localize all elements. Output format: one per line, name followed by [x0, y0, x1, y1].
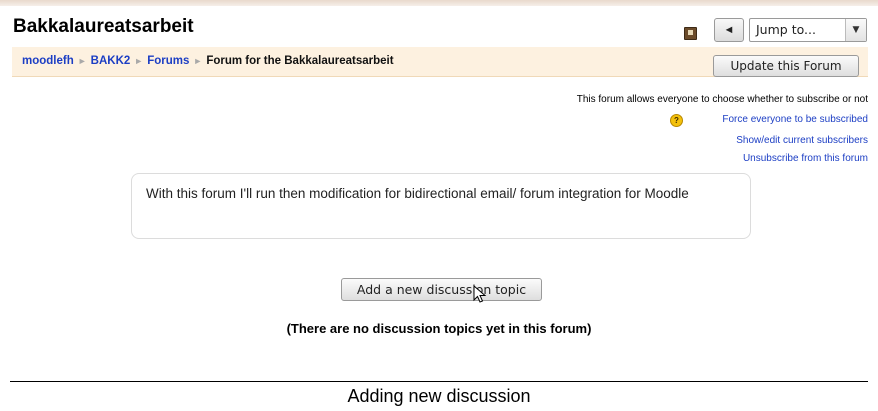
force-subscribe-link[interactable]: Force everyone to be subscribed: [722, 114, 868, 125]
chevron-down-icon: ▼: [845, 19, 866, 41]
subscription-info: This forum allows everyone to choose whe…: [576, 94, 868, 105]
book-icon[interactable]: [684, 27, 697, 40]
page-title: Bakkalaureatsarbeit: [13, 16, 194, 37]
no-topics-message: (There are no discussion topics yet in t…: [286, 321, 592, 336]
jump-to-value: Jump to...: [756, 22, 816, 37]
mouse-pointer-icon: [473, 285, 487, 303]
breadcrumb-link-bakk2[interactable]: BAKK2: [91, 55, 131, 67]
breadcrumb-trail: moodlefh ► BAKK2 ► Forums ► Forum for the Bakk…: [22, 55, 394, 67]
breadcrumb-current: Forum for the Bakkalaureatsarbeit: [206, 55, 394, 67]
previous-activity-button[interactable]: ◄: [714, 18, 744, 42]
breadcrumb-separator-icon: ►: [134, 56, 144, 66]
breadcrumb-link-moodlefh[interactable]: moodlefh: [22, 55, 74, 67]
unsubscribe-link[interactable]: Unsubscribe from this forum: [743, 153, 868, 164]
update-forum-button[interactable]: Update this Forum: [713, 55, 859, 77]
caption-divider: [10, 381, 868, 382]
breadcrumb-link-forums[interactable]: Forums: [147, 55, 189, 67]
forum-intro-text: With this forum I'll run then modificati…: [146, 186, 689, 201]
page-header: Bakkalaureatsarbeit: [0, 6, 878, 44]
show-subscribers-link[interactable]: Show/edit current subscribers: [736, 135, 868, 146]
breadcrumb-separator-icon: ►: [193, 56, 203, 66]
forum-intro-box: With this forum I'll run then modificati…: [131, 173, 751, 239]
breadcrumb-separator-icon: ►: [77, 56, 87, 66]
jump-to-select[interactable]: Jump to... ▼: [749, 18, 867, 42]
add-discussion-button[interactable]: Add a new discussion topic: [341, 278, 542, 301]
help-icon[interactable]: ?: [670, 114, 683, 127]
figure-caption: Adding new discussion: [347, 386, 531, 406]
